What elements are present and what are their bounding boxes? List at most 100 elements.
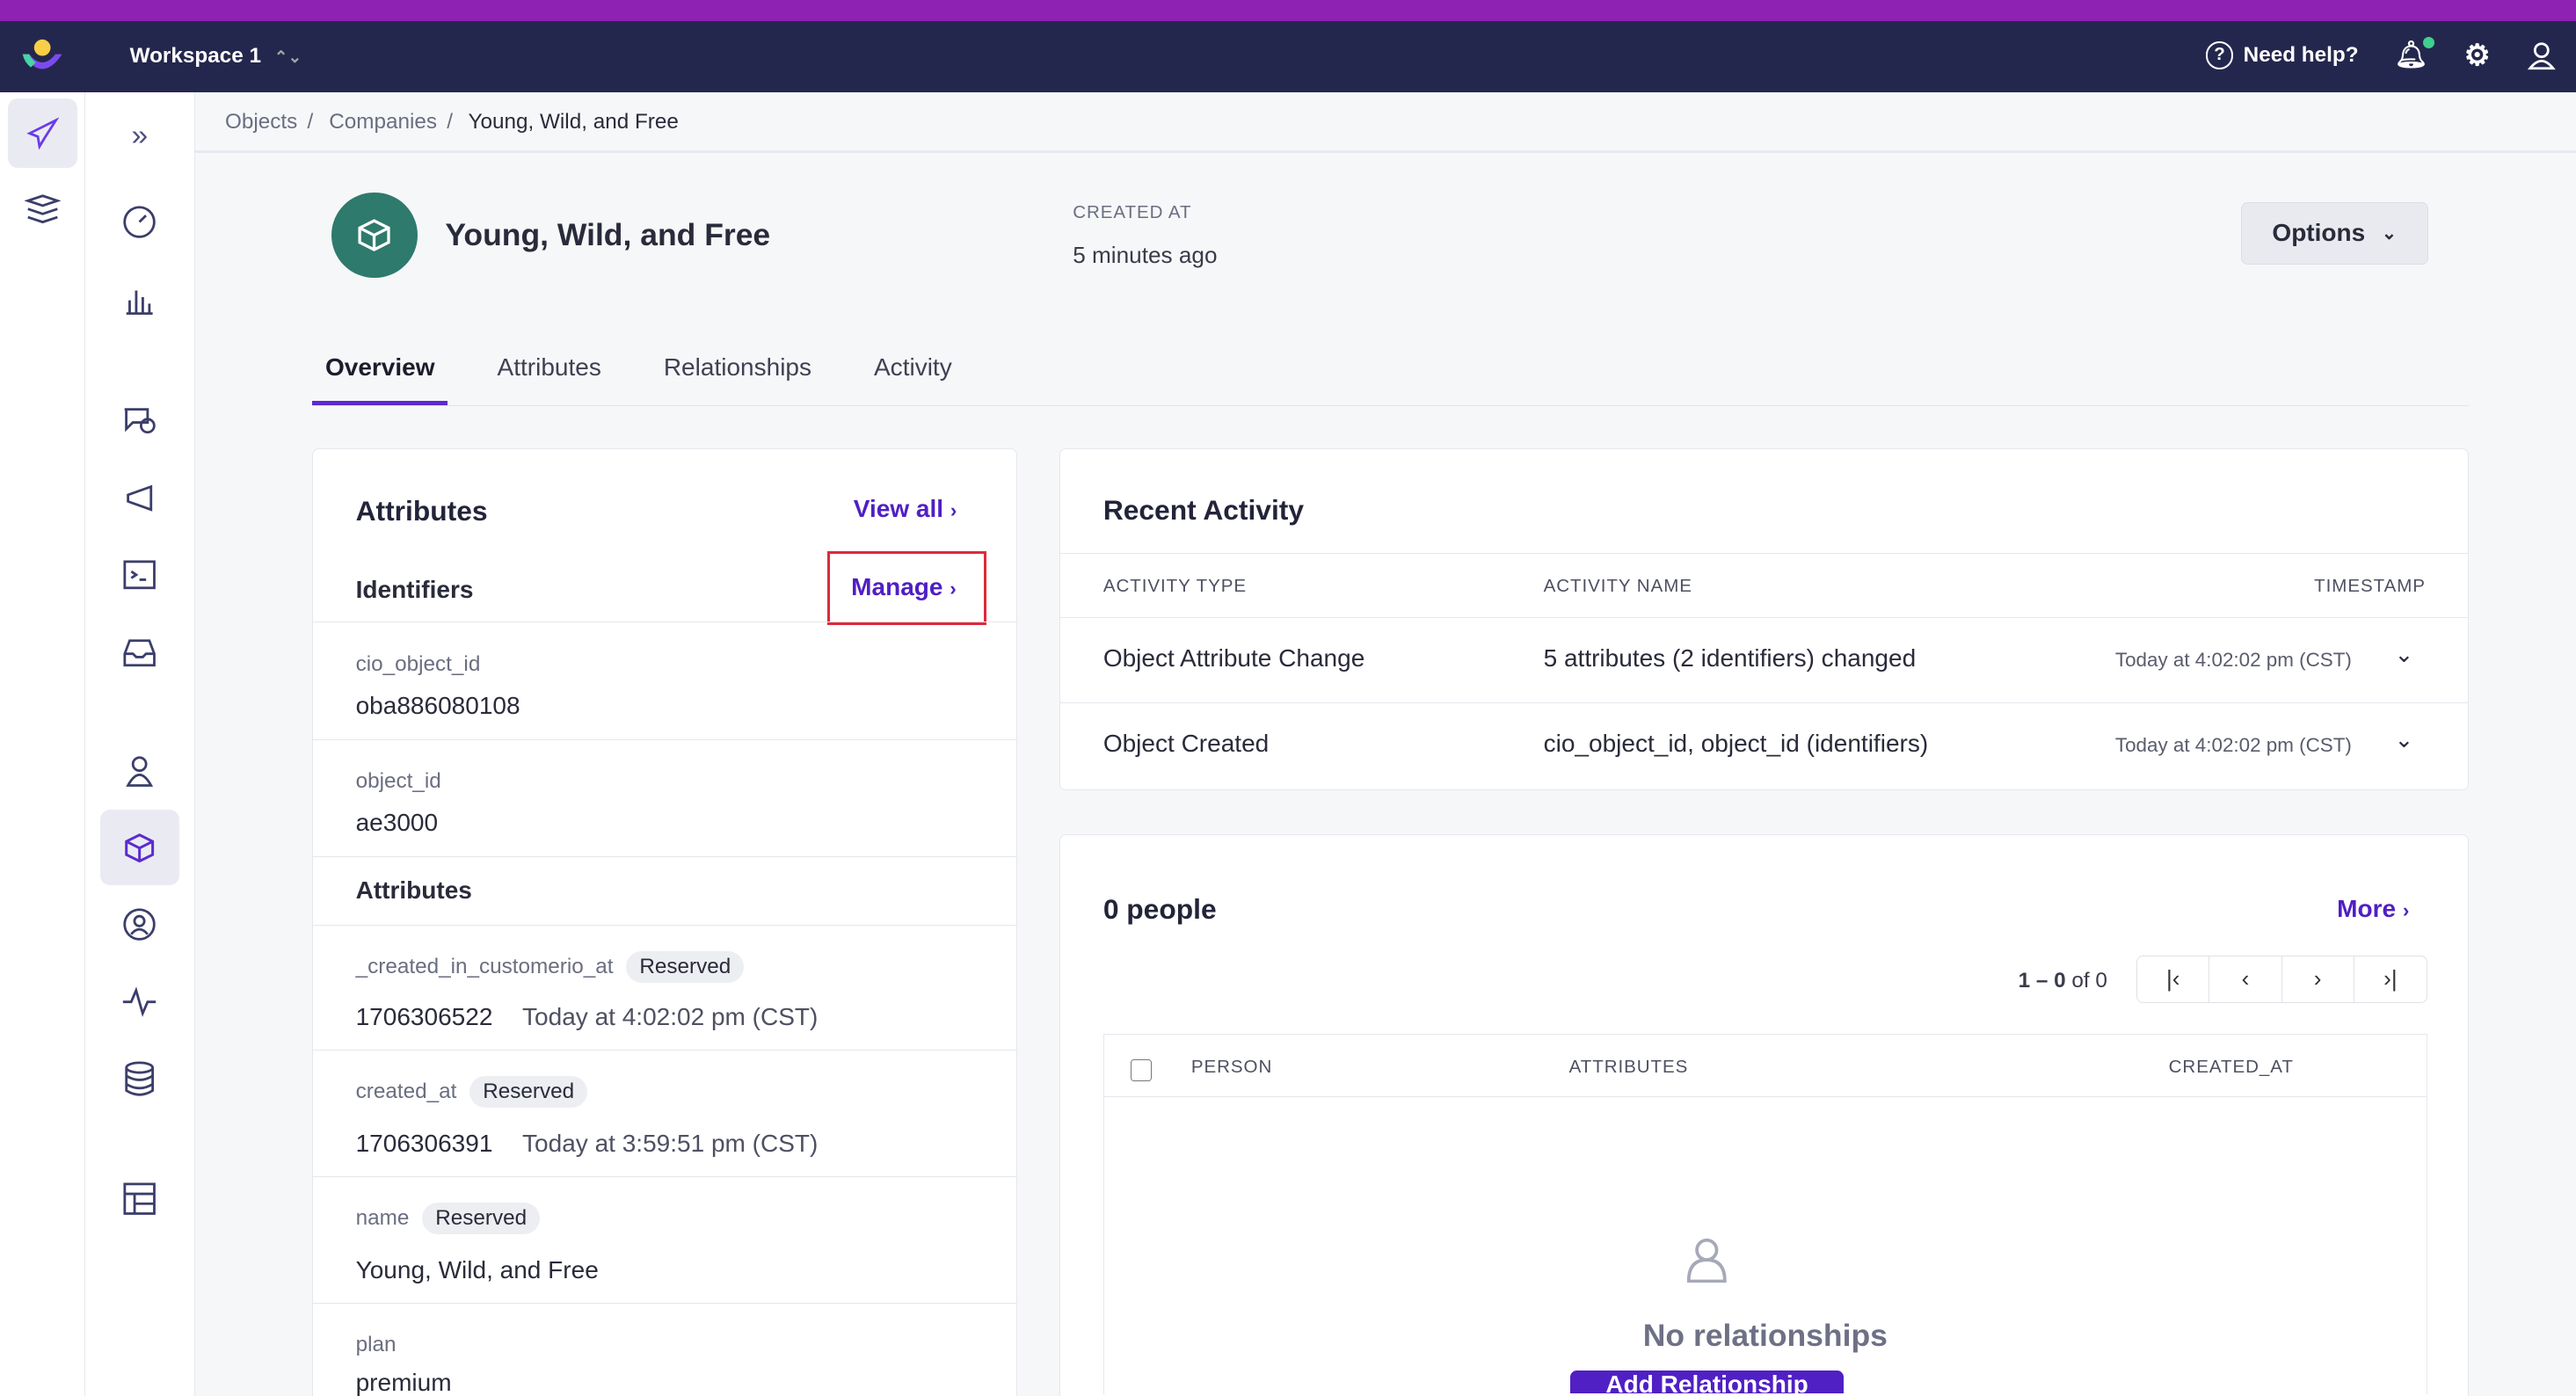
breadcrumb-current: Young, Wild, and Free [468, 110, 679, 135]
select-all-checkbox[interactable] [1130, 1059, 1152, 1081]
add-relationship-button[interactable]: Add Relationship [1570, 1370, 1844, 1393]
prev-page-icon[interactable]: ‹ [2209, 956, 2282, 1002]
more-link[interactable]: More › [2337, 895, 2409, 923]
activity-row[interactable]: Object Attribute Change 5 attributes (2 i… [1060, 616, 2469, 702]
attribute-date: Today at 4:02:02 pm (CST) [522, 1002, 819, 1030]
pagination-total: of 0 [2071, 968, 2107, 992]
attribute-label: _created_in_customerio_at [355, 955, 614, 979]
inbox-icon[interactable] [100, 614, 179, 690]
gear-icon[interactable]: ⚙ [2464, 38, 2491, 73]
objects-icon[interactable] [99, 810, 179, 886]
breadcrumb-companies[interactable]: Companies [329, 110, 437, 134]
attribute-label: name [355, 1205, 410, 1230]
first-page-icon[interactable]: |‹ [2137, 956, 2210, 1002]
manage-link[interactable]: Manage › [826, 550, 987, 626]
attribute-date: Today at 3:59:51 pm (CST) [522, 1129, 819, 1157]
pagination: |‹ ‹ › ›| [2136, 955, 2427, 1003]
activity-timestamp: Today at 4:02:02 pm (CST) [2114, 649, 2352, 672]
tab-relationships[interactable]: Relationships [651, 337, 825, 404]
logo-icon [23, 39, 62, 69]
chevron-down-icon: ⌄ [2381, 222, 2398, 244]
breadcrumb-objects[interactable]: Objects [225, 110, 297, 134]
layers-icon[interactable] [8, 174, 76, 243]
main-content: Young, Wild, and Free CREATED AT 5 minut… [195, 156, 2576, 1396]
reserved-badge: Reserved [422, 1203, 541, 1234]
identifiers-heading: Identifiers [355, 576, 474, 603]
activity-type: Object Attribute Change [1102, 643, 1365, 672]
attribute-value: 1706306522 [355, 1002, 493, 1030]
activity-icon[interactable] [100, 964, 179, 1040]
created-at-value: 5 minutes ago [1073, 241, 1218, 268]
attributes-subheading-row: Attributes [313, 857, 1016, 926]
tab-overview[interactable]: Overview [312, 337, 448, 405]
chevron-updown-icon: ⌃⌄ [273, 47, 302, 67]
help-label: Need help? [2243, 42, 2359, 67]
reserved-badge: Reserved [469, 1076, 588, 1108]
dashboard-icon[interactable] [100, 184, 179, 259]
col-activity-name: ACTIVITY NAME [1543, 576, 1692, 596]
megaphone-icon[interactable] [100, 460, 179, 535]
activity-type: Object Created [1102, 729, 1270, 757]
workspace-name: Workspace 1 [129, 44, 261, 69]
table-icon[interactable] [100, 1161, 179, 1237]
tab-activity[interactable]: Activity [861, 337, 965, 404]
attribute-row: created_at Reserved 1706306391 Today at 3:5… [313, 1051, 1016, 1177]
section-nav: » [85, 91, 196, 1396]
view-all-label: View all [853, 495, 944, 523]
identifier-row: object_id ae3000 [313, 740, 1016, 857]
recent-activity-card: Recent Activity ACTIVITY TYPE ACTIVITY N… [1059, 448, 2470, 790]
view-all-link[interactable]: View all › [854, 495, 957, 523]
attributes-subheading: Attributes [355, 876, 472, 904]
pagination-range: 1 – 0 [2018, 968, 2066, 992]
analytics-icon[interactable] [100, 263, 179, 338]
reserved-badge: Reserved [626, 951, 745, 983]
attribute-label: plan [355, 1333, 397, 1357]
col-attributes: ATTRIBUTES [1568, 1056, 1689, 1077]
question-icon: ? [2205, 41, 2234, 69]
attribute-value: Young, Wild, and Free [355, 1255, 599, 1283]
database-icon[interactable] [100, 1042, 179, 1117]
recent-activity-title: Recent Activity [1102, 493, 1305, 526]
next-page-icon[interactable]: › [2282, 956, 2354, 1002]
col-person: PERSON [1190, 1056, 1273, 1077]
people-table: PERSON ATTRIBUTES CREATED_AT No relation… [1102, 1034, 2427, 1394]
broadcast-icon[interactable] [100, 382, 179, 458]
terminal-icon[interactable] [100, 537, 179, 613]
chevron-down-icon[interactable]: ⌄ [2395, 641, 2414, 668]
attribute-value: premium [355, 1368, 452, 1396]
attribute-row: name Reserved Young, Wild, and Free [313, 1177, 1016, 1304]
created-at-label: CREATED AT [1073, 201, 1192, 222]
attribute-label: created_at [355, 1080, 457, 1104]
breadcrumb: Objects / Companies / Young, Wild, and Fre… [195, 92, 2576, 153]
workspace-switcher[interactable]: Workspace 1 ⌃⌄ [130, 44, 302, 69]
expand-icon[interactable]: » [100, 98, 179, 174]
identifier-label: cio_object_id [355, 651, 481, 676]
object-avatar [331, 192, 418, 278]
bell-icon[interactable]: 🔔︎ [2395, 36, 2435, 70]
attributes-title: Attributes [355, 495, 488, 527]
options-button[interactable]: Options ⌄ [2240, 201, 2428, 265]
top-stripe [0, 0, 2576, 22]
activity-name: cio_object_id, object_id (identifiers) [1543, 729, 1929, 757]
tab-attributes[interactable]: Attributes [484, 337, 615, 404]
attributes-card: Attributes View all › Identifiers Manage… [312, 448, 1017, 1396]
activity-timestamp: Today at 4:02:02 pm (CST) [2114, 734, 2352, 757]
identifier-value: oba886080108 [355, 691, 520, 719]
app-rail [0, 91, 86, 1396]
person-icon [1687, 1239, 1728, 1283]
empty-state-text: No relationships [1642, 1317, 1888, 1353]
messaging-icon[interactable] [8, 98, 77, 168]
last-page-icon[interactable]: ›| [2354, 956, 2427, 1002]
people-icon[interactable] [100, 732, 179, 808]
activity-row[interactable]: Object Created cio_object_id, object_id (… [1060, 702, 2469, 788]
identifier-row: cio_object_id oba886080108 [313, 622, 1016, 740]
page-title: Young, Wild, and Free [445, 216, 771, 252]
people-card: 0 people More › 1 – 0 of 0 |‹ ‹ › ›| PERSON… [1059, 834, 2470, 1396]
help-button[interactable]: ? Need help? [2205, 41, 2359, 69]
user-icon[interactable] [2527, 40, 2557, 70]
segments-icon[interactable] [100, 887, 179, 963]
chevron-down-icon[interactable]: ⌄ [2395, 726, 2414, 753]
col-activity-type: ACTIVITY TYPE [1102, 576, 1248, 596]
chevron-right-icon: › [950, 578, 957, 600]
attribute-value: 1706306391 [355, 1129, 493, 1157]
